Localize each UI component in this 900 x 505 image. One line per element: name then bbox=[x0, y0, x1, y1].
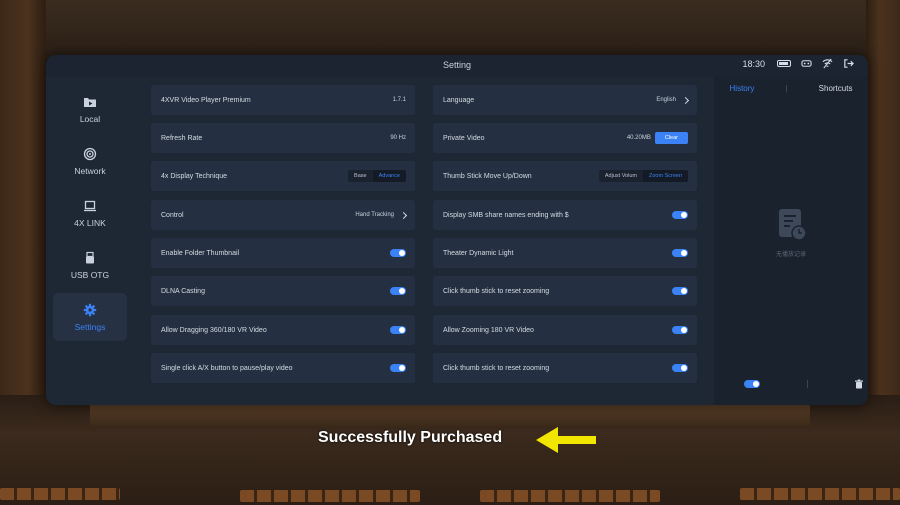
sidebar-item-4x-link[interactable]: 4X LINK bbox=[53, 189, 127, 237]
seat-row bbox=[0, 488, 120, 500]
zoom-180-video-toggle[interactable] bbox=[672, 326, 688, 334]
history-toggle[interactable] bbox=[744, 380, 760, 388]
status-bar: 18:30 bbox=[742, 58, 854, 69]
theater-ceiling bbox=[0, 0, 900, 60]
history-footer bbox=[744, 379, 864, 389]
empty-history-text: 无播放记录 bbox=[775, 252, 806, 258]
setting-display-technique: 4x Display Technique Base Advance bbox=[151, 161, 415, 191]
sidebar-item-label: USB OTG bbox=[70, 269, 110, 280]
setting-dlna-casting: DLNA Casting bbox=[151, 276, 415, 306]
setting-reset-zoom-2: Click thumb stick to reset zooming bbox=[433, 353, 697, 383]
tab-shortcuts[interactable]: Shortcuts bbox=[819, 84, 853, 93]
sidebar-item-label: Local bbox=[79, 113, 101, 124]
setting-single-click-pause: Single click A/X button to pause/play vi… bbox=[151, 353, 415, 383]
theater-wall-right bbox=[866, 0, 900, 410]
chevron-right-icon bbox=[681, 96, 690, 104]
dlna-casting-toggle[interactable] bbox=[390, 287, 406, 295]
option-adjust-volume[interactable]: Adjust Volum bbox=[599, 170, 643, 182]
history-panel: History | Shortcuts 无播放记录 bbox=[714, 77, 868, 405]
thumb-stick-segmented: Adjust Volum Zoom Screen bbox=[598, 170, 688, 182]
seat-row bbox=[480, 490, 660, 502]
control-value: Hand Tracking bbox=[355, 212, 394, 218]
setting-smb-share-names: Display SMB share names ending with $ bbox=[433, 200, 697, 230]
empty-history-icon bbox=[779, 209, 807, 241]
tab-separator: | bbox=[785, 84, 788, 93]
folder-thumbnail-toggle[interactable] bbox=[390, 249, 406, 257]
setting-zoom-180-video: Allow Zooming 180 VR Video bbox=[433, 315, 697, 345]
theater-wall-left bbox=[0, 0, 46, 410]
trash-icon[interactable] bbox=[854, 379, 864, 389]
setting-folder-thumbnail: Enable Folder Thumbnail bbox=[151, 238, 415, 268]
wifi-off-icon[interactable] bbox=[822, 58, 833, 69]
theater-light-toggle[interactable] bbox=[672, 249, 688, 257]
clock: 18:30 bbox=[742, 58, 765, 69]
single-click-pause-toggle[interactable] bbox=[390, 364, 406, 372]
refresh-rate-value: 90 Hz bbox=[390, 135, 406, 141]
tab-history[interactable]: History bbox=[730, 84, 755, 93]
title-bar: Setting 18:30 bbox=[46, 55, 868, 77]
chevron-right-icon bbox=[399, 211, 408, 219]
sidebar: Local Network 4X LINK USB OTG Settings bbox=[46, 77, 134, 405]
option-base[interactable]: Base bbox=[348, 170, 373, 182]
reset-zoom-2-toggle[interactable] bbox=[672, 364, 688, 372]
sidebar-item-network[interactable]: Network bbox=[53, 137, 127, 185]
exit-icon[interactable] bbox=[843, 58, 854, 69]
sidebar-item-settings[interactable]: Settings bbox=[53, 293, 127, 341]
play-folder-icon bbox=[84, 97, 96, 107]
network-icon bbox=[83, 147, 97, 160]
setting-reset-zoom: Click thumb stick to reset zooming bbox=[433, 276, 697, 306]
arrow-left-icon bbox=[536, 427, 596, 453]
option-zoom-screen[interactable]: Zoom Screen bbox=[642, 170, 688, 182]
controller-icon bbox=[801, 60, 812, 67]
sidebar-item-usb-otg[interactable]: USB OTG bbox=[53, 241, 127, 289]
language-value: English bbox=[656, 97, 676, 103]
setting-control[interactable]: Control Hand Tracking bbox=[151, 200, 415, 230]
sidebar-item-label: 4X LINK bbox=[74, 217, 106, 228]
footer-separator bbox=[806, 380, 808, 388]
setting-theater-light: Theater Dynamic Light bbox=[433, 238, 697, 268]
sidebar-item-label: Network bbox=[74, 165, 106, 176]
drag-360-video-toggle[interactable] bbox=[390, 326, 406, 334]
usb-icon bbox=[86, 251, 94, 263]
reset-zoom-toggle[interactable] bbox=[672, 287, 688, 295]
sidebar-item-label: Settings bbox=[74, 321, 106, 332]
battery-icon bbox=[777, 60, 791, 67]
display-technique-segmented: Base Advance bbox=[348, 170, 406, 182]
settings-list: 4XVR Video Player Premium 1.7.1 Refresh … bbox=[151, 85, 697, 390]
history-tabs: History | Shortcuts bbox=[714, 84, 868, 93]
laptop-icon bbox=[84, 200, 96, 211]
version-value: 1.7.1 bbox=[392, 97, 406, 103]
private-video-size: 40.20MB bbox=[626, 135, 651, 141]
smb-share-names-toggle[interactable] bbox=[672, 211, 688, 219]
settings-panel: Setting 18:30 Local Network 4X LINK USB … bbox=[46, 55, 868, 405]
gear-icon bbox=[83, 303, 97, 316]
seat-row bbox=[240, 490, 420, 502]
option-advance[interactable]: Advance bbox=[372, 170, 406, 182]
purchase-caption: Successfully Purchased bbox=[318, 429, 503, 446]
seat-row bbox=[740, 488, 900, 500]
setting-thumb-stick: Thumb Stick Move Up/Down Adjust Volum Zo… bbox=[433, 161, 697, 191]
setting-drag-360-video: Allow Dragging 360/180 VR Video bbox=[151, 315, 415, 345]
setting-version: 4XVR Video Player Premium 1.7.1 bbox=[151, 85, 415, 115]
stage-edge bbox=[90, 405, 810, 427]
setting-refresh-rate[interactable]: Refresh Rate 90 Hz bbox=[151, 123, 415, 153]
clear-button[interactable]: Clear bbox=[654, 132, 688, 144]
setting-language[interactable]: Language English bbox=[433, 85, 697, 115]
sidebar-item-local[interactable]: Local bbox=[53, 85, 127, 133]
setting-private-video: Private Video 40.20MB Clear bbox=[433, 123, 697, 153]
